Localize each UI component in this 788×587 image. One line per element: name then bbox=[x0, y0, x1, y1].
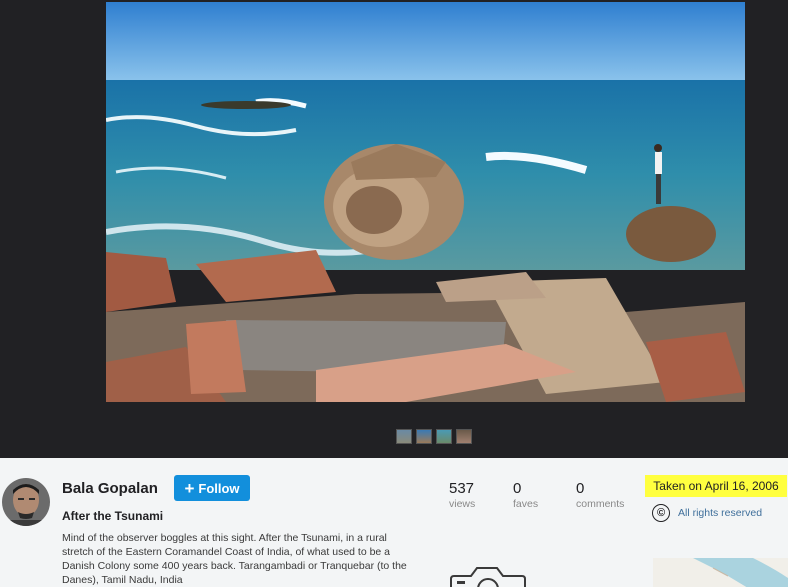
comments-count: 0 bbox=[576, 480, 585, 497]
photo-info-panel: Bala Gopalan + Follow After the Tsunami … bbox=[0, 458, 788, 587]
follow-button[interactable]: + Follow bbox=[174, 475, 250, 501]
thumbnail-2[interactable] bbox=[416, 429, 432, 444]
date-taken[interactable]: Taken on April 16, 2006 bbox=[645, 475, 787, 497]
plus-icon: + bbox=[184, 478, 195, 498]
thumbnail-1[interactable] bbox=[396, 429, 412, 444]
main-photo[interactable] bbox=[106, 2, 745, 402]
views-label: views bbox=[449, 498, 476, 510]
rights-label[interactable]: All rights reserved bbox=[678, 507, 762, 519]
copyright-icon: © bbox=[652, 504, 670, 522]
comments-label: comments bbox=[576, 498, 625, 510]
owner-name[interactable]: Bala Gopalan bbox=[62, 480, 158, 497]
photo-title: After the Tsunami bbox=[62, 509, 164, 523]
views-stat: 537 views bbox=[449, 480, 475, 511]
license-info[interactable]: © All rights reserved bbox=[652, 504, 762, 522]
follow-label: Follow bbox=[198, 480, 240, 496]
thumbnail-3[interactable] bbox=[436, 429, 452, 444]
photo-stage bbox=[0, 0, 788, 458]
faves-stat[interactable]: 0 faves bbox=[513, 480, 538, 511]
photo-thumbnails bbox=[396, 429, 472, 444]
comments-stat[interactable]: 0 comments bbox=[576, 480, 624, 511]
faves-label: faves bbox=[513, 498, 539, 510]
avatar[interactable] bbox=[2, 478, 50, 526]
photo-description: Mind of the observer boggles at this sig… bbox=[62, 532, 407, 586]
thumbnail-4[interactable] bbox=[456, 429, 472, 444]
location-map[interactable] bbox=[653, 558, 788, 587]
views-count: 537 bbox=[449, 480, 475, 497]
faves-count: 0 bbox=[513, 480, 522, 497]
camera-icon bbox=[450, 567, 526, 587]
